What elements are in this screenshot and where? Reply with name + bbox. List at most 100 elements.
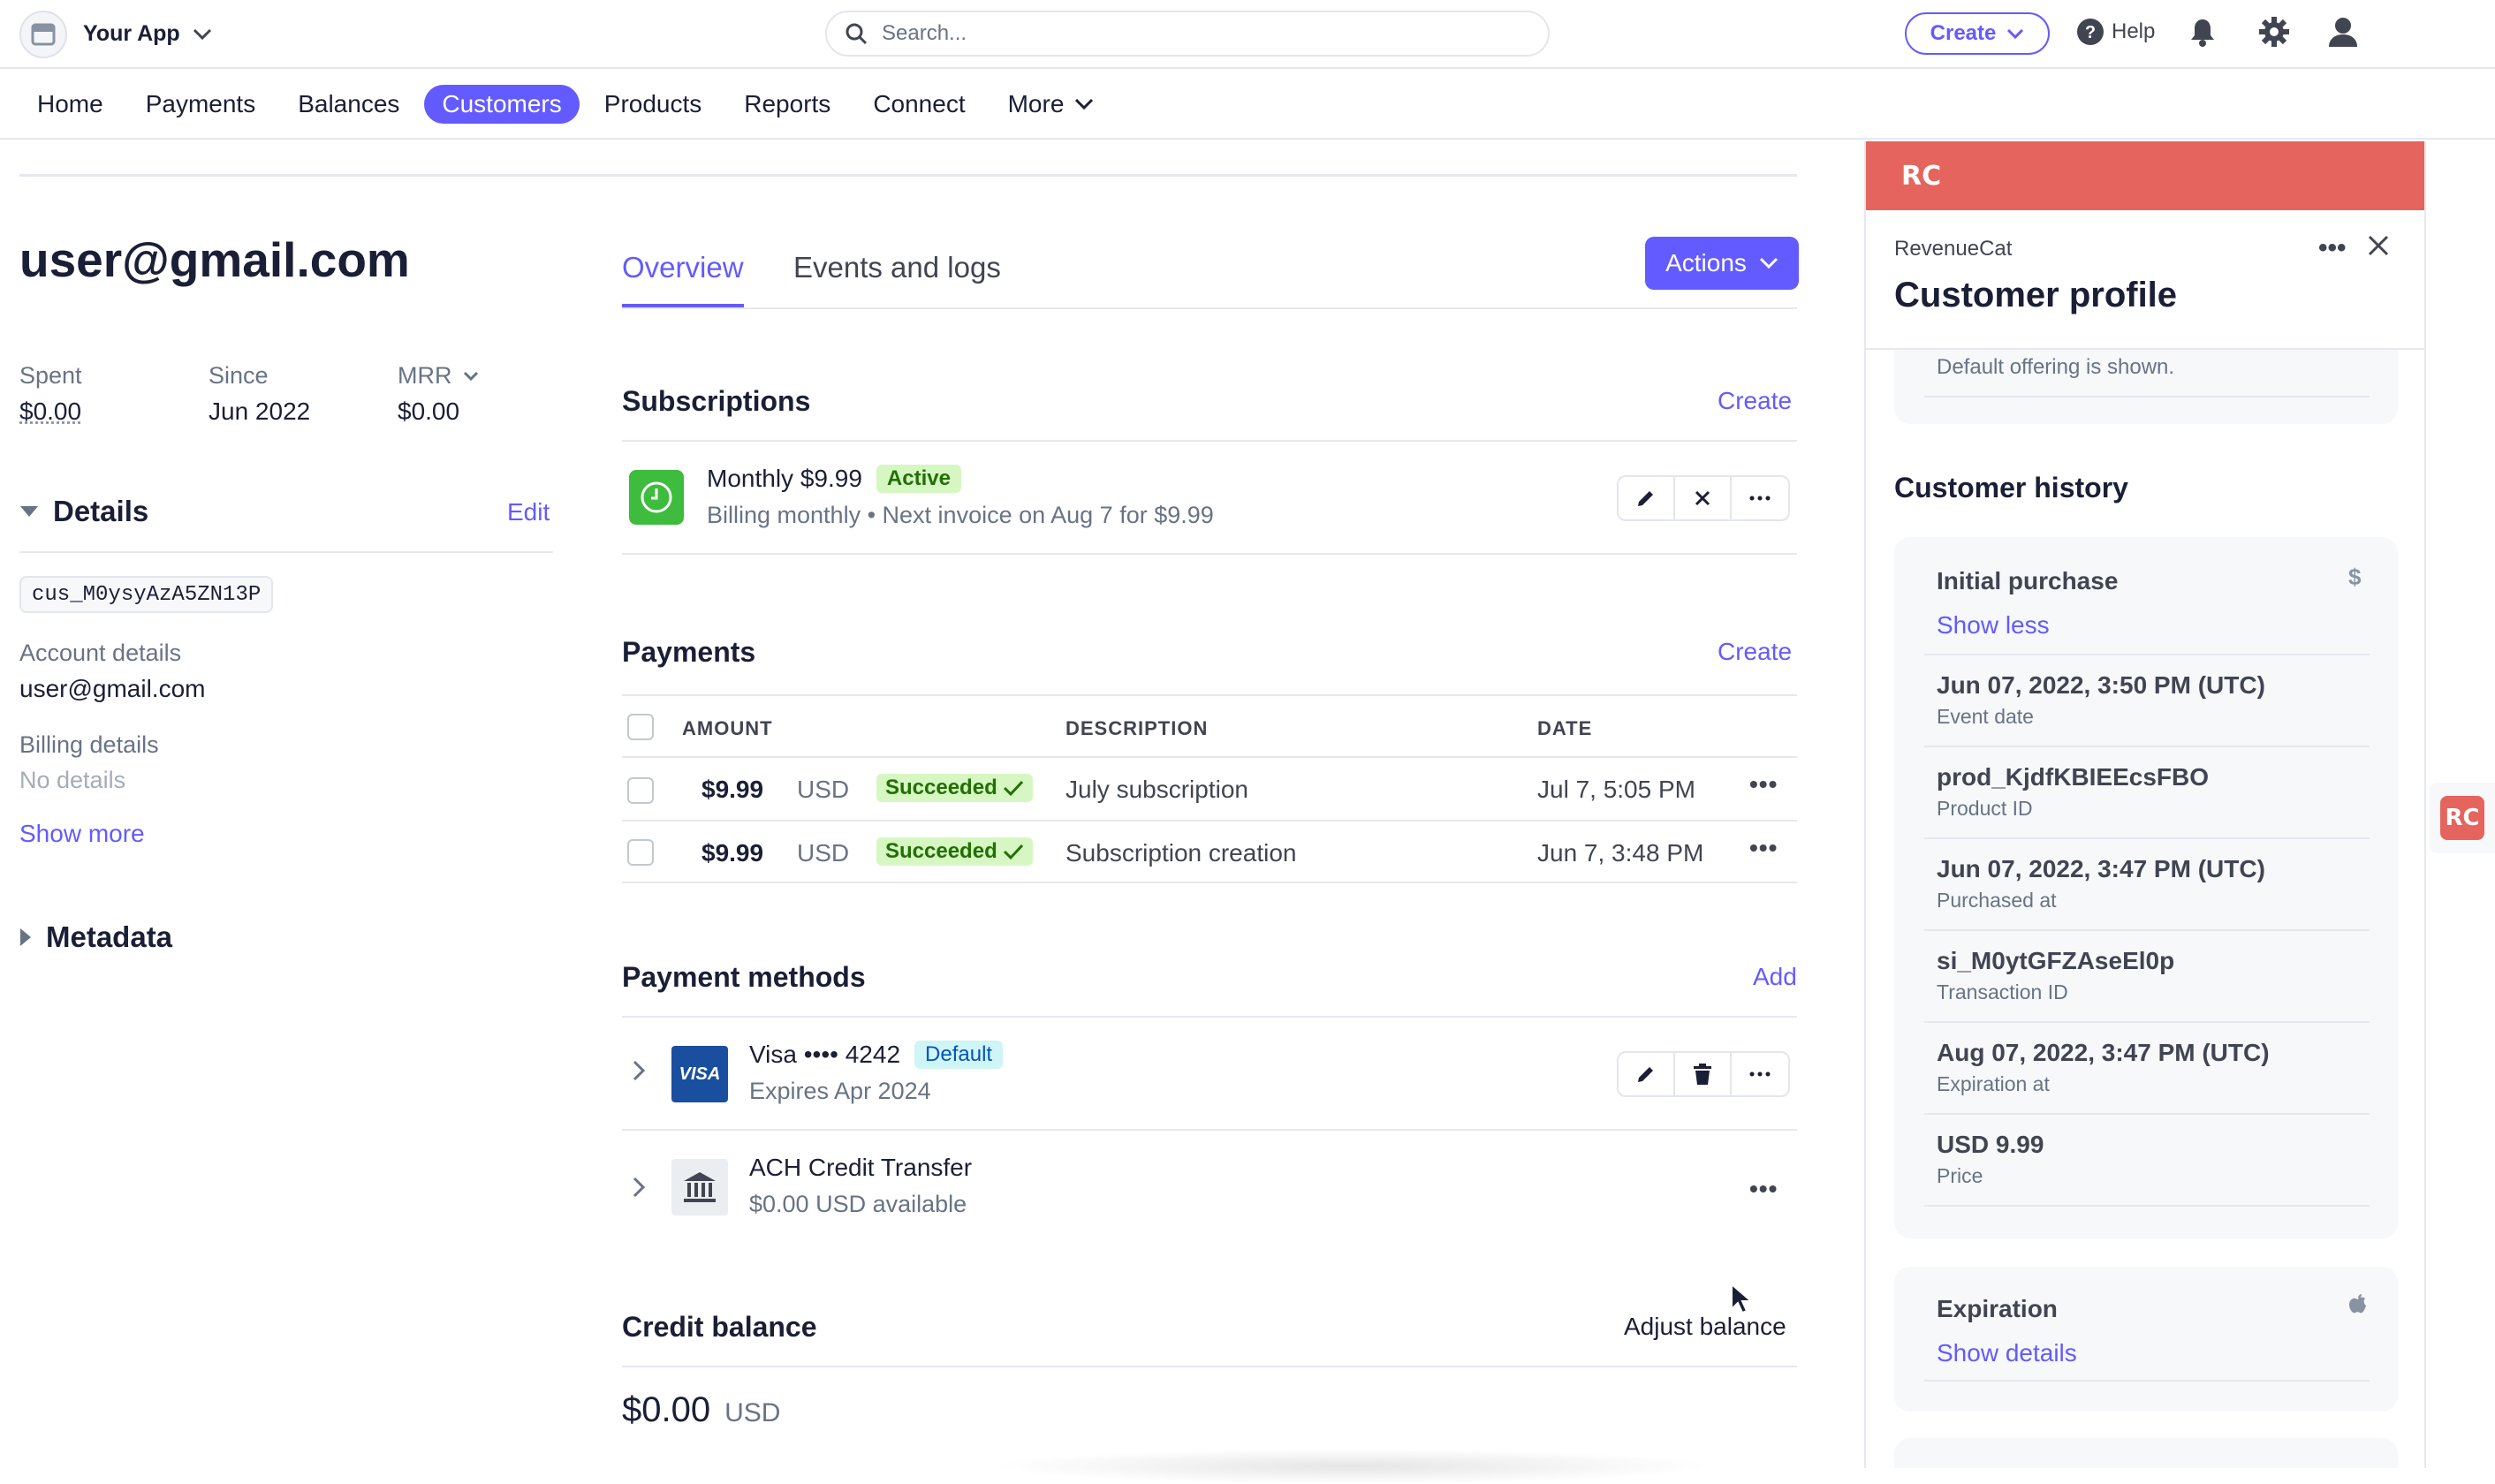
create-payment-link[interactable]: Create <box>1718 638 1792 666</box>
billing-details-value: No details <box>19 767 126 793</box>
nav-label: Customers <box>442 90 562 117</box>
cancel-button[interactable] <box>1675 477 1732 519</box>
account-details-value: user@gmail.com <box>19 675 206 702</box>
details-heading: Details <box>53 495 149 527</box>
stat-label-mrr[interactable]: MRR <box>398 362 479 390</box>
chevron-right-icon[interactable] <box>633 1060 645 1081</box>
nav-products[interactable]: Products <box>587 85 720 124</box>
nav-reports[interactable]: Reports <box>726 85 848 124</box>
create-subscription-link[interactable]: Create <box>1718 387 1792 415</box>
more-button[interactable] <box>1732 1053 1788 1095</box>
payment-description: July subscription <box>1065 776 1248 803</box>
app-switcher[interactable]: Your App <box>83 21 212 47</box>
nav-connect[interactable]: Connect <box>855 85 982 124</box>
search-icon <box>845 22 868 45</box>
account-details-label: Account details <box>19 640 182 666</box>
help-button[interactable]: ? Help <box>2076 18 2155 46</box>
trash-icon <box>1693 1064 1712 1085</box>
more-button[interactable] <box>1732 477 1788 519</box>
expiration-at-value: Aug 07, 2022, 3:47 PM (UTC) <box>1937 1039 2270 1066</box>
column-header-amount: AMOUNT <box>682 717 773 739</box>
nav-customers[interactable]: Customers <box>424 85 580 124</box>
price-value: USD 9.99 <box>1937 1131 2044 1158</box>
purchased-at-label: Purchased at <box>1937 889 2057 912</box>
payments-heading: Payments <box>622 636 756 668</box>
create-button[interactable]: Create <box>1905 12 2050 55</box>
nav-home[interactable]: Home <box>19 85 121 124</box>
payment-amount: $9.99 <box>701 776 764 803</box>
add-payment-method-link[interactable]: Add <box>1753 963 1797 991</box>
purchased-at-value: Jun 07, 2022, 3:47 PM (UTC) <box>1937 855 2265 882</box>
payment-method-subtitle: $0.00 USD available <box>749 1191 967 1217</box>
chevron-down-icon <box>463 371 479 382</box>
details-toggle[interactable]: Details <box>19 495 148 528</box>
metadata-toggle[interactable]: Metadata <box>19 920 172 954</box>
tab-overview[interactable]: Overview <box>622 251 744 307</box>
divider <box>622 440 1797 442</box>
dollar-icon: $ <box>2348 564 2362 590</box>
payment-methods-heading: Payment methods <box>622 961 866 993</box>
mouse-cursor-icon <box>1730 1283 1753 1314</box>
status-badge: Succeeded <box>876 837 1033 866</box>
revenuecat-side-tab[interactable]: RC <box>2430 783 2495 853</box>
nav-more[interactable]: More <box>990 85 1112 124</box>
show-less-link[interactable]: Show less <box>1937 611 2050 640</box>
edit-button[interactable] <box>1619 477 1675 519</box>
tab-bar: Overview Events and logs <box>622 247 1797 309</box>
payment-method-title-row: Visa •••• 4242 Default <box>749 1041 1004 1069</box>
credit-balance-heading: Credit balance <box>622 1311 817 1343</box>
customer-id[interactable]: cus_M0ysyAzA5ZN13P <box>19 576 274 613</box>
credit-amount: $0.00 <box>622 1390 711 1429</box>
subscription-title-row[interactable]: Monthly $9.99 Active <box>707 465 961 493</box>
panel-header-bar: RC <box>1866 141 2424 210</box>
show-more-link[interactable]: Show more <box>19 820 145 848</box>
event-date-value: Jun 07, 2022, 3:50 PM (UTC) <box>1937 671 2265 699</box>
revenuecat-logo-icon: RC <box>2440 796 2484 840</box>
gear-icon[interactable] <box>2258 16 2290 48</box>
svg-text:?: ? <box>2085 23 2096 42</box>
select-all-checkbox[interactable] <box>627 714 654 740</box>
stat-value-mrr: $0.00 <box>398 398 460 425</box>
divider <box>622 820 1797 822</box>
transaction-id-label: Transaction ID <box>1937 980 2068 1003</box>
bell-icon[interactable] <box>2189 18 2216 48</box>
row-more-icon[interactable]: ••• <box>1749 770 1778 799</box>
divider <box>622 1016 1797 1018</box>
subscriptions-heading: Subscriptions <box>622 385 811 417</box>
user-icon[interactable] <box>2327 16 2359 48</box>
nav-label: Payments <box>145 90 256 117</box>
bank-icon <box>671 1159 728 1215</box>
column-header-date: DATE <box>1537 717 1593 739</box>
divider <box>1924 746 2370 747</box>
status-text: Succeeded <box>885 776 997 799</box>
credit-balance-value: $0.00 USD <box>622 1390 780 1430</box>
more-icon[interactable]: ••• <box>2318 233 2347 263</box>
row-checkbox[interactable] <box>627 839 654 866</box>
tab-events-and-logs[interactable]: Events and logs <box>793 251 1001 307</box>
credit-currency: USD <box>724 1398 781 1427</box>
row-more-icon[interactable]: ••• <box>1749 834 1778 862</box>
actions-button[interactable]: Actions <box>1645 237 1799 290</box>
nav-label: Home <box>37 90 103 117</box>
delete-button[interactable] <box>1675 1053 1732 1095</box>
next-card <box>1894 1438 2398 1468</box>
row-checkbox[interactable] <box>627 777 654 804</box>
nav-payments[interactable]: Payments <box>128 85 274 124</box>
close-icon[interactable] <box>2366 233 2391 258</box>
nav-balances[interactable]: Balances <box>280 85 417 124</box>
app-logo-icon[interactable] <box>19 11 67 58</box>
show-details-link[interactable]: Show details <box>1937 1339 2077 1367</box>
subscription-name: Monthly $9.99 <box>707 465 862 492</box>
divider <box>622 882 1797 883</box>
row-more-icon[interactable]: ••• <box>1749 1175 1778 1203</box>
adjust-balance-link[interactable]: Adjust balance <box>1624 1313 1786 1341</box>
price-label: Price <box>1937 1164 1983 1187</box>
edit-button[interactable] <box>1619 1053 1675 1095</box>
divider <box>622 1129 1797 1131</box>
chevron-down-icon <box>1759 257 1778 269</box>
visa-card-icon: VISA <box>671 1046 728 1102</box>
edit-details-link[interactable]: Edit <box>507 498 550 526</box>
chevron-right-icon[interactable] <box>633 1177 645 1198</box>
search-input[interactable]: Search... <box>825 11 1550 57</box>
pencil-icon <box>1635 1064 1657 1085</box>
